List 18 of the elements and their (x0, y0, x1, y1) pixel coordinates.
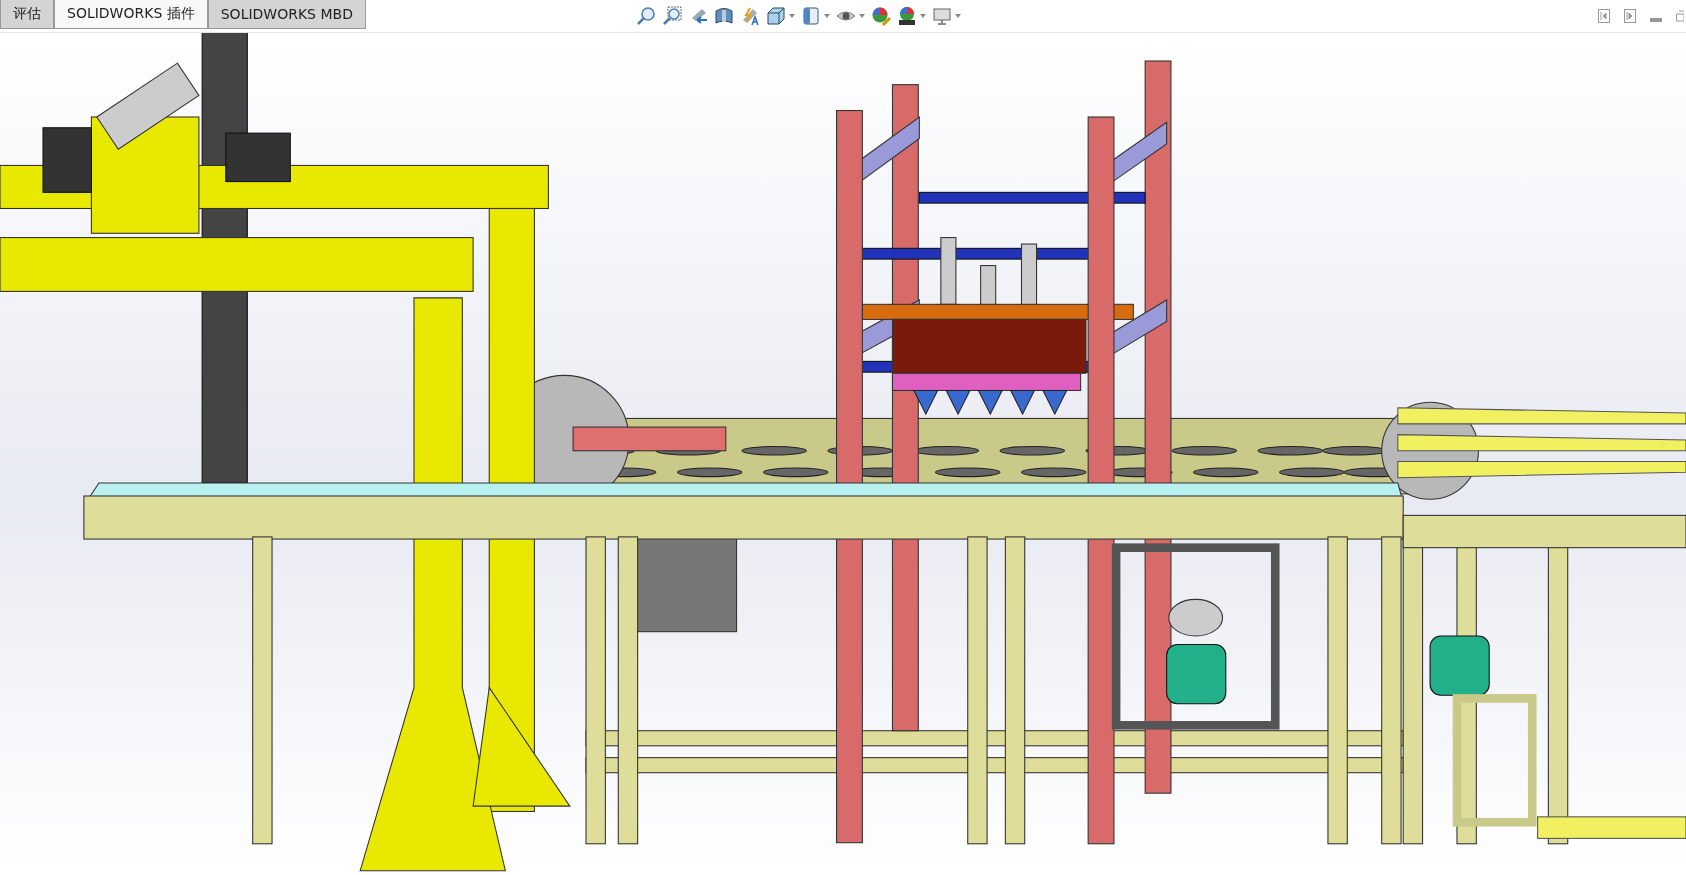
edit-appearance-icon[interactable] (871, 6, 891, 26)
caret-icon[interactable] (859, 14, 865, 18)
caret-icon[interactable] (824, 14, 830, 18)
panel-left-icon[interactable] (1598, 9, 1610, 23)
zoom-to-fit-icon[interactable] (636, 6, 656, 26)
command-tab[interactable]: SOLIDWORKS MBD (207, 0, 366, 29)
command-tab[interactable]: SOLIDWORKS 插件 (54, 0, 208, 29)
scene-icon[interactable] (897, 6, 917, 26)
panel-right-icon[interactable] (1624, 9, 1636, 23)
display-style-icon[interactable] (801, 6, 821, 26)
view-orientation-icon[interactable] (766, 6, 786, 26)
monitor-icon[interactable] (932, 6, 952, 26)
caret-icon[interactable] (955, 14, 961, 18)
section-view-icon[interactable] (714, 6, 734, 26)
zoom-area-icon[interactable] (662, 6, 682, 26)
command-tab[interactable]: 评估 (0, 0, 54, 29)
caret-icon[interactable] (789, 14, 795, 18)
caret-icon[interactable] (920, 14, 926, 18)
